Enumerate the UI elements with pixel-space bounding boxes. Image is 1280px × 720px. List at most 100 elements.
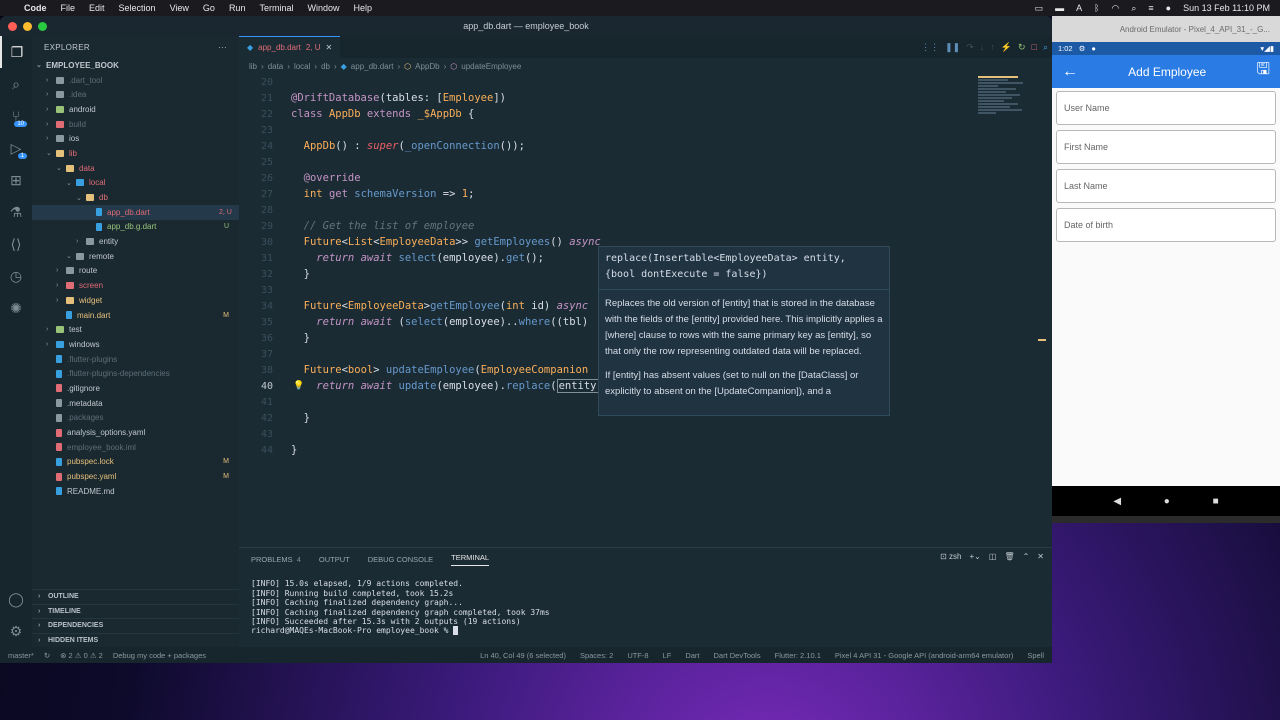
tree-folder[interactable]: ⌄ lib bbox=[32, 146, 239, 161]
menu-edit[interactable]: Edit bbox=[89, 3, 105, 13]
menu-terminal[interactable]: Terminal bbox=[259, 3, 293, 13]
tab-app-db-dart[interactable]: ◆ app_db.dart 2, U ✕ bbox=[239, 36, 341, 58]
tree-folder[interactable]: › windows bbox=[32, 337, 239, 352]
terminal-output[interactable]: [INFO] 15.0s elapsed, 1/9 actions comple… bbox=[239, 570, 1052, 655]
pause-icon[interactable]: ❚❚ bbox=[945, 42, 960, 53]
crumb-local[interactable]: local bbox=[294, 62, 310, 71]
tree-file[interactable]: app_db.g.dart U bbox=[32, 220, 239, 235]
tree-file[interactable]: README.md bbox=[32, 484, 239, 499]
account-icon[interactable]: ◯ bbox=[0, 583, 32, 615]
debug-indicator[interactable]: Debug my code + packages bbox=[113, 651, 206, 660]
more-actions-icon[interactable]: ··· bbox=[218, 43, 227, 52]
tree-file[interactable]: .flutter-plugins bbox=[32, 352, 239, 367]
minimap[interactable] bbox=[978, 76, 1038, 136]
tree-folder[interactable]: › widget bbox=[32, 293, 239, 308]
tree-folder[interactable]: › entity bbox=[32, 234, 239, 249]
tree-folder[interactable]: ⌄ remote bbox=[32, 249, 239, 264]
crumb-db[interactable]: db bbox=[321, 62, 330, 71]
tree-folder[interactable]: › ios bbox=[32, 131, 239, 146]
screen-share-icon[interactable]: ▭ bbox=[1035, 3, 1044, 14]
tree-folder[interactable]: › .dart_tool bbox=[32, 73, 239, 88]
sync-icon[interactable]: ↻ bbox=[44, 651, 50, 660]
git-graph-icon[interactable]: ◷ bbox=[0, 260, 32, 292]
source-control-icon[interactable]: ⑂ 10 bbox=[0, 100, 32, 132]
save-icon[interactable]: 🖫 bbox=[1256, 58, 1270, 85]
flutter-version[interactable]: Flutter: 2.10.1 bbox=[775, 651, 821, 660]
back-arrow-icon[interactable]: ← bbox=[1062, 63, 1078, 81]
indentation[interactable]: Spaces: 2 bbox=[580, 651, 613, 660]
stop-icon[interactable]: □ bbox=[1032, 42, 1037, 52]
tree-file[interactable]: employee_book.iml bbox=[32, 440, 239, 455]
spell-check[interactable]: Spell bbox=[1027, 651, 1044, 660]
tree-file[interactable]: .packages bbox=[32, 411, 239, 426]
remote-icon[interactable]: ⟨⟩ bbox=[0, 228, 32, 260]
tree-folder[interactable]: ⌄ local bbox=[32, 176, 239, 191]
nav-recents-icon[interactable]: ■ bbox=[1213, 496, 1219, 507]
close-tab-icon[interactable]: ✕ bbox=[326, 43, 333, 52]
bluetooth-icon[interactable]: ᛒ bbox=[1094, 3, 1099, 13]
explorer-icon[interactable]: ❐ bbox=[0, 36, 32, 68]
split-terminal-icon[interactable]: ◫ bbox=[989, 552, 997, 561]
tree-file[interactable]: analysis_options.yaml bbox=[32, 425, 239, 440]
crumb-data[interactable]: data bbox=[268, 62, 284, 71]
settings-gear-icon[interactable]: ⚙ bbox=[0, 615, 32, 647]
crumb-file[interactable]: app_db.dart bbox=[351, 62, 394, 71]
trash-icon[interactable]: 🗑 bbox=[1004, 552, 1014, 561]
tree-root[interactable]: ⌄ EMPLOYEE_BOOK bbox=[32, 58, 239, 73]
testing-icon[interactable]: ⚗ bbox=[0, 196, 32, 228]
menu-help[interactable]: Help bbox=[353, 3, 372, 13]
date-of-birth-field[interactable]: Date of birth bbox=[1056, 208, 1276, 242]
tree-folder[interactable]: › build bbox=[32, 117, 239, 132]
menu-window[interactable]: Window bbox=[307, 3, 339, 13]
timeline-section[interactable]: › TIMELINE bbox=[32, 603, 239, 619]
input-source-icon[interactable]: A bbox=[1076, 3, 1082, 13]
terminal-shell-icon[interactable]: ⊡ zsh bbox=[940, 552, 961, 561]
tree-file[interactable]: pubspec.lock M bbox=[32, 455, 239, 470]
crumb-method[interactable]: updateEmployee bbox=[461, 62, 521, 71]
flutter-icon[interactable]: ✺ bbox=[0, 292, 32, 324]
maximize-panel-icon[interactable]: ⌃ bbox=[1023, 552, 1030, 561]
new-terminal-icon[interactable]: +⌄ bbox=[970, 552, 981, 561]
menubar-datetime[interactable]: Sun 13 Feb 11:10 PM bbox=[1183, 3, 1270, 13]
tree-folder[interactable]: › android bbox=[32, 102, 239, 117]
device-selector[interactable]: Pixel 4 API 31 - Google API (android-arm… bbox=[835, 651, 1013, 660]
crumb-lib[interactable]: lib bbox=[249, 62, 257, 71]
menu-run[interactable]: Run bbox=[229, 3, 246, 13]
tab-problems[interactable]: PROBLEMS 4 bbox=[251, 555, 301, 564]
tree-folder[interactable]: › route bbox=[32, 264, 239, 279]
close-panel-icon[interactable]: ✕ bbox=[1037, 552, 1044, 561]
outline-section[interactable]: › OUTLINE bbox=[32, 589, 239, 604]
drag-handle-icon[interactable]: ⋮⋮ bbox=[921, 42, 939, 53]
nav-back-icon[interactable]: ◀ bbox=[1113, 496, 1121, 507]
tree-file[interactable]: pubspec.yaml M bbox=[32, 469, 239, 484]
language-mode[interactable]: Dart bbox=[685, 651, 699, 660]
tree-file[interactable]: .gitignore bbox=[32, 381, 239, 396]
nav-home-icon[interactable]: ● bbox=[1164, 496, 1170, 507]
menu-selection[interactable]: Selection bbox=[119, 3, 156, 13]
terminal-prompt[interactable]: richard@MAQEs-MacBook-Pro employee_book … bbox=[251, 626, 1052, 636]
crumb-class[interactable]: AppDb bbox=[415, 62, 439, 71]
tree-file[interactable]: .flutter-plugins-dependencies bbox=[32, 366, 239, 381]
run-debug-icon[interactable]: ▷ 1 bbox=[0, 132, 32, 164]
tree-folder[interactable]: › .idea bbox=[32, 87, 239, 102]
menu-go[interactable]: Go bbox=[203, 3, 215, 13]
step-over-icon[interactable]: ↷ bbox=[966, 42, 974, 53]
encoding[interactable]: UTF-8 bbox=[627, 651, 648, 660]
tree-folder[interactable]: › test bbox=[32, 322, 239, 337]
step-out-icon[interactable]: ↑ bbox=[990, 42, 995, 52]
battery-icon[interactable]: ▬ bbox=[1055, 3, 1064, 13]
tree-folder[interactable]: › screen bbox=[32, 278, 239, 293]
search-icon[interactable]: ⌕ bbox=[0, 68, 32, 100]
extensions-icon[interactable]: ⊞ bbox=[0, 164, 32, 196]
tree-folder[interactable]: ⌄ data bbox=[32, 161, 239, 176]
step-into-icon[interactable]: ↓ bbox=[980, 42, 985, 52]
tree-file[interactable]: main.dart M bbox=[32, 308, 239, 323]
control-center-icon[interactable]: ≡ bbox=[1148, 3, 1153, 13]
line-ending[interactable]: LF bbox=[663, 651, 672, 660]
wifi-icon[interactable]: ◠ bbox=[1112, 3, 1120, 14]
dependencies-section[interactable]: › DEPENDENCIES bbox=[32, 618, 239, 633]
tab-terminal[interactable]: TERMINAL bbox=[451, 553, 490, 566]
dart-devtools[interactable]: Dart DevTools bbox=[714, 651, 761, 660]
siri-icon[interactable]: ● bbox=[1166, 3, 1171, 13]
problems-indicator[interactable]: ⊗ 2 ⚠ 0 ⚠ 2 bbox=[60, 651, 103, 660]
